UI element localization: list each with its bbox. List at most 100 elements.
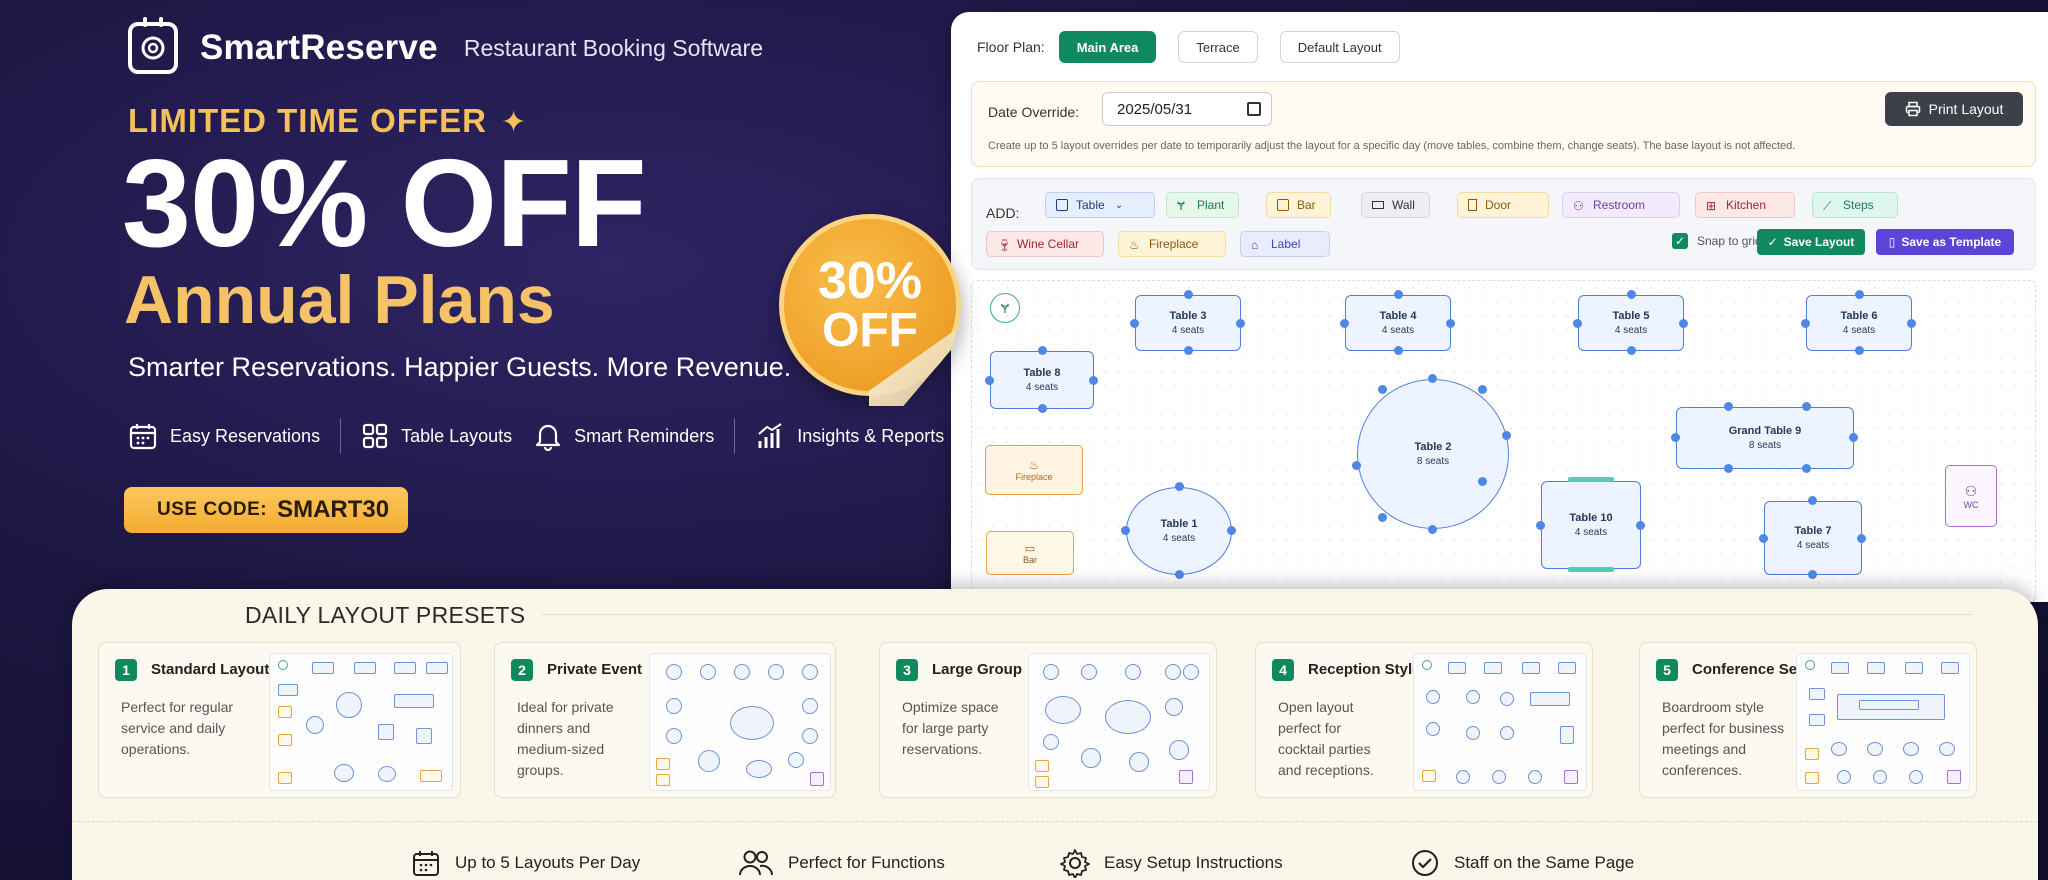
preset-number: 3 — [896, 659, 918, 681]
bar-label: Bar — [1022, 554, 1037, 565]
seat-dot[interactable] — [1184, 290, 1193, 299]
seat-dot[interactable] — [1175, 482, 1184, 491]
seat-dot[interactable] — [1089, 376, 1098, 385]
seat-dot[interactable] — [1378, 385, 1387, 394]
preset-card-reception[interactable]: 4 Reception Style Open layout perfect for… — [1255, 642, 1593, 798]
seat-dot[interactable] — [1636, 521, 1645, 530]
table-1[interactable]: Table 1 4 seats — [1126, 487, 1232, 575]
table-7[interactable]: Table 7 4 seats — [1764, 501, 1862, 575]
add-bar-button[interactable]: Bar — [1266, 192, 1331, 218]
preset-thumbnail — [1796, 653, 1970, 791]
seat-dot[interactable] — [1428, 525, 1437, 534]
seat-dot[interactable] — [1802, 464, 1811, 473]
seat-dot[interactable] — [1849, 433, 1858, 442]
promo-code-box[interactable]: USE CODE: SMART30 — [124, 487, 408, 533]
restroom-object[interactable]: ⚇ WC — [1945, 465, 1997, 527]
preset-card-private-event[interactable]: 2 Private Event Ideal for private dinners… — [494, 642, 836, 798]
add-fireplace-button[interactable]: ♨ Fireplace — [1118, 231, 1226, 257]
table-10[interactable]: Table 10 4 seats — [1541, 481, 1641, 569]
combine-handle[interactable] — [1568, 567, 1614, 572]
table-6[interactable]: Table 6 4 seats — [1806, 295, 1912, 351]
seat-dot[interactable] — [1536, 521, 1545, 530]
seat-dot[interactable] — [1907, 319, 1916, 328]
print-layout-button[interactable]: Print Layout — [1885, 92, 2023, 126]
seat-dot[interactable] — [1478, 477, 1487, 486]
seat-dot[interactable] — [1724, 464, 1733, 473]
seat-dot[interactable] — [1121, 526, 1130, 535]
seat-dot[interactable] — [1130, 319, 1139, 328]
add-label-button[interactable]: ⌂ Label — [1240, 231, 1330, 257]
seat-dot[interactable] — [1855, 290, 1864, 299]
seat-dot[interactable] — [1724, 402, 1733, 411]
people-icon — [739, 850, 774, 876]
seat-dot[interactable] — [1855, 346, 1864, 355]
seat-dot[interactable] — [1671, 433, 1680, 442]
add-plant-button[interactable]: Ɏ Plant — [1166, 192, 1240, 218]
floor-plan-canvas[interactable]: Ɏ Table 3 4 seats Table 4 4 seats Table 5 4… — [971, 280, 2036, 602]
combine-handle[interactable] — [1568, 477, 1614, 482]
add-restroom-button[interactable]: ⚇ Restroom — [1562, 192, 1680, 218]
preset-card-standard[interactable]: 1 Standard Layout Perfect for regular ser… — [98, 642, 461, 798]
seat-dot[interactable] — [1394, 290, 1403, 299]
seat-dot[interactable] — [1573, 319, 1582, 328]
seat-dot[interactable] — [1227, 526, 1236, 535]
table-5[interactable]: Table 5 4 seats — [1578, 295, 1684, 351]
seat-dot[interactable] — [1038, 346, 1047, 355]
snap-to-grid-toggle[interactable]: ✓ Snap to grid — [1672, 233, 1762, 249]
preset-card-large-group[interactable]: 3 Large Group Optimize space for large pa… — [879, 642, 1217, 798]
seat-dot[interactable] — [1679, 319, 1688, 328]
seat-dot[interactable] — [1759, 534, 1768, 543]
seat-dot[interactable] — [1857, 534, 1866, 543]
seat-dot[interactable] — [1428, 374, 1437, 383]
plant-icon[interactable]: Ɏ — [990, 293, 1020, 323]
add-wall-button[interactable]: Wall — [1361, 192, 1430, 218]
seat-dot[interactable] — [1340, 319, 1349, 328]
table-seats: 4 seats — [1842, 325, 1876, 336]
promo-code: SMART30 — [277, 496, 390, 523]
calendar-icon[interactable] — [1247, 102, 1261, 116]
seat-dot[interactable] — [1236, 319, 1245, 328]
seat-dot[interactable] — [1808, 570, 1817, 579]
tab-terrace[interactable]: Terrace — [1178, 31, 1258, 63]
table-8[interactable]: Table 8 4 seats — [990, 351, 1094, 409]
seat-dot[interactable] — [1378, 513, 1387, 522]
save-layout-button[interactable]: ✓ Save Layout — [1757, 229, 1865, 255]
add-wine-cellar-button[interactable]: 🍷︎ Wine Cellar — [986, 231, 1104, 257]
seat-dot[interactable] — [1502, 431, 1511, 440]
add-table-button[interactable]: Table ⌄ — [1045, 192, 1155, 218]
table-3[interactable]: Table 3 4 seats — [1135, 295, 1241, 351]
add-kitchen-button[interactable]: ⊞ Kitchen — [1695, 192, 1795, 218]
grand-table-9[interactable]: Grand Table 9 8 seats — [1676, 407, 1854, 469]
seat-dot[interactable] — [1394, 346, 1403, 355]
tab-main-area[interactable]: Main Area — [1058, 31, 1157, 63]
bar-object[interactable]: ▭ Bar — [986, 531, 1074, 575]
table-4[interactable]: Table 4 4 seats — [1345, 295, 1451, 351]
seat-dot[interactable] — [1446, 319, 1455, 328]
table-2[interactable]: Table 2 8 seats — [1357, 379, 1509, 529]
seat-dot[interactable] — [1478, 385, 1487, 394]
seat-dot[interactable] — [1627, 346, 1636, 355]
divider — [542, 614, 1972, 615]
seat-dot[interactable] — [1038, 404, 1047, 413]
seat-dot[interactable] — [1808, 496, 1817, 505]
seat-dot[interactable] — [1802, 402, 1811, 411]
seat-dot[interactable] — [985, 376, 994, 385]
bookmark-icon: ▯ — [1888, 235, 1896, 249]
preset-card-conference[interactable]: 5 Conference Setup Boardroom style perfec… — [1639, 642, 1977, 798]
add-door-button[interactable]: Door — [1457, 192, 1549, 218]
checkbox-checked-icon[interactable]: ✓ — [1672, 233, 1688, 249]
seat-dot[interactable] — [1801, 319, 1810, 328]
printer-icon — [1905, 101, 1920, 117]
seat-dot[interactable] — [1175, 570, 1184, 579]
preset-title: Large Group — [932, 661, 1023, 678]
feature-list: Easy Reservations Table Layouts Smart Re… — [128, 418, 944, 454]
fireplace-object[interactable]: ♨ Fireplace — [985, 445, 1083, 495]
feature-smart-reminders: Smart Reminders — [534, 421, 714, 451]
seat-dot[interactable] — [1627, 290, 1636, 299]
date-input[interactable]: 2025/05/31 — [1102, 92, 1272, 126]
tab-default-layout[interactable]: Default Layout — [1279, 31, 1400, 63]
seat-dot[interactable] — [1184, 346, 1193, 355]
save-as-template-button[interactable]: ▯ Save as Template — [1876, 229, 2014, 255]
add-steps-button[interactable]: ⟋ Steps — [1812, 192, 1898, 218]
seat-dot[interactable] — [1352, 461, 1361, 470]
